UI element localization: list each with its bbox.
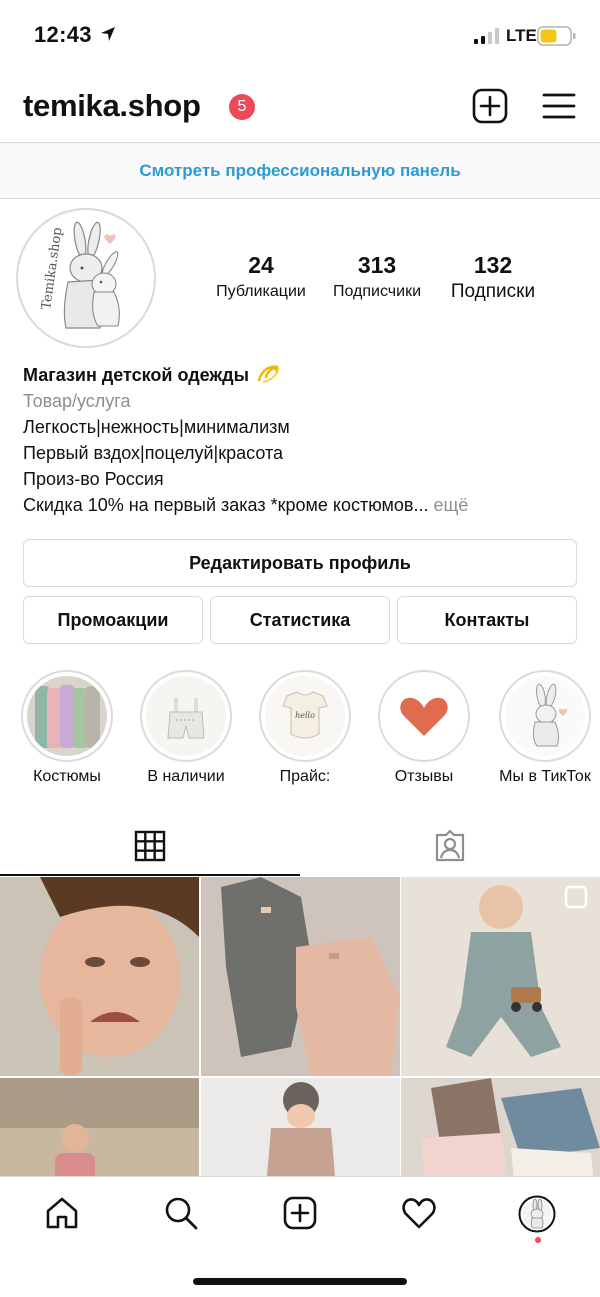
home-indicator xyxy=(193,1278,407,1285)
profile-bio: Магазин детской одежды Товар/услуга Легк… xyxy=(23,362,583,518)
highlight-cover-image xyxy=(384,676,464,756)
tagged-person-icon xyxy=(435,829,465,862)
post-thumbnail[interactable] xyxy=(401,877,600,1076)
bio-line: Легкость|нежность|минимализм xyxy=(23,417,290,437)
logo-text: Temika.shop xyxy=(39,226,65,310)
grid-icon xyxy=(134,830,166,862)
active-tab-indicator xyxy=(0,874,300,876)
contacts-button[interactable]: Контакты xyxy=(397,596,577,644)
create-post-icon[interactable] xyxy=(472,88,508,124)
promotions-button[interactable]: Промоакции xyxy=(23,596,203,644)
account-username[interactable]: temika.shop xyxy=(23,88,201,124)
tab-tagged[interactable] xyxy=(300,815,600,877)
panel-divider xyxy=(0,198,600,199)
highlight-label: Прайс: xyxy=(279,768,331,785)
bunny-logo-icon: Temika.shop xyxy=(39,221,120,329)
highlight-label: В наличии xyxy=(147,768,225,785)
bio-more-link[interactable]: ещё xyxy=(434,495,469,515)
posts-stat[interactable]: 24 Публикации xyxy=(206,252,316,301)
post-thumbnail[interactable] xyxy=(401,1078,600,1177)
following-count: 132 xyxy=(473,252,513,278)
profile-notification-dot xyxy=(535,1237,541,1243)
posts-grid xyxy=(0,877,600,1177)
post-thumbnail[interactable] xyxy=(0,1078,199,1177)
edit-profile-button[interactable]: Редактировать профиль xyxy=(23,539,577,587)
profile-display-name: Магазин детской одежды xyxy=(23,365,249,385)
highlight-cover-image xyxy=(505,676,585,756)
highlight-label: Костюмы xyxy=(33,768,101,785)
professional-dashboard-link[interactable]: Смотреть профессиональную панель xyxy=(0,143,600,198)
story-highlight[interactable]: Отзывы xyxy=(376,670,472,786)
profile-header: temika.shop 5 xyxy=(0,80,600,136)
story-highlight[interactable]: hello Прайс: xyxy=(257,670,353,786)
post-thumbnail[interactable] xyxy=(0,877,199,1076)
highlight-label: Отзывы xyxy=(394,768,454,785)
bio-line: Первый вздох|поцелуй|красота xyxy=(23,443,283,463)
insights-button[interactable]: Статистика xyxy=(210,596,390,644)
following-stat[interactable]: 132 Подписки xyxy=(438,252,548,303)
story-highlight[interactable]: Мы в ТикТок xyxy=(493,670,597,786)
highlight-cover-image xyxy=(27,676,107,756)
bio-line: Скидка 10% на первый заказ *кроме костюм… xyxy=(23,495,429,515)
heart-icon[interactable] xyxy=(401,1195,437,1231)
followers-count: 313 xyxy=(357,252,397,278)
followers-label: Подписчики xyxy=(332,283,421,300)
add-post-icon[interactable] xyxy=(282,1195,318,1231)
hamburger-menu-icon[interactable] xyxy=(542,92,576,120)
network-type: LTE xyxy=(506,26,537,45)
story-highlight[interactable]: В наличии xyxy=(138,670,234,786)
status-bar: 12:43 LTE xyxy=(0,0,600,70)
profile-avatar-icon[interactable] xyxy=(518,1195,556,1233)
svg-text:hello: hello xyxy=(295,711,315,720)
posts-count: 24 xyxy=(248,252,274,278)
tab-posts-grid[interactable] xyxy=(0,815,300,877)
post-thumbnail[interactable] xyxy=(201,877,400,1076)
home-icon[interactable] xyxy=(44,1195,80,1231)
battery-icon xyxy=(537,26,576,46)
dizzy-emoji-icon xyxy=(257,365,280,383)
profile-category: Товар/услуга xyxy=(23,391,131,411)
location-arrow-icon xyxy=(101,27,115,41)
highlight-cover-image: hello xyxy=(265,676,345,756)
notification-badge[interactable]: 5 xyxy=(229,94,255,120)
search-icon[interactable] xyxy=(163,1195,199,1231)
highlight-cover-image xyxy=(146,676,226,756)
status-time: 12:43 xyxy=(34,22,92,47)
post-thumbnail[interactable] xyxy=(201,1078,400,1177)
posts-label: Публикации xyxy=(216,283,306,300)
profile-avatar[interactable]: Temika.shop xyxy=(16,208,156,348)
bio-line: Произ-во Россия xyxy=(23,469,164,489)
followers-stat[interactable]: 313 Подписчики xyxy=(322,252,432,301)
following-label: Подписки xyxy=(450,281,536,302)
highlight-label: Мы в ТикТок xyxy=(499,768,591,785)
cellular-signal-icon xyxy=(474,28,499,44)
story-highlight[interactable]: Костюмы xyxy=(19,670,115,786)
